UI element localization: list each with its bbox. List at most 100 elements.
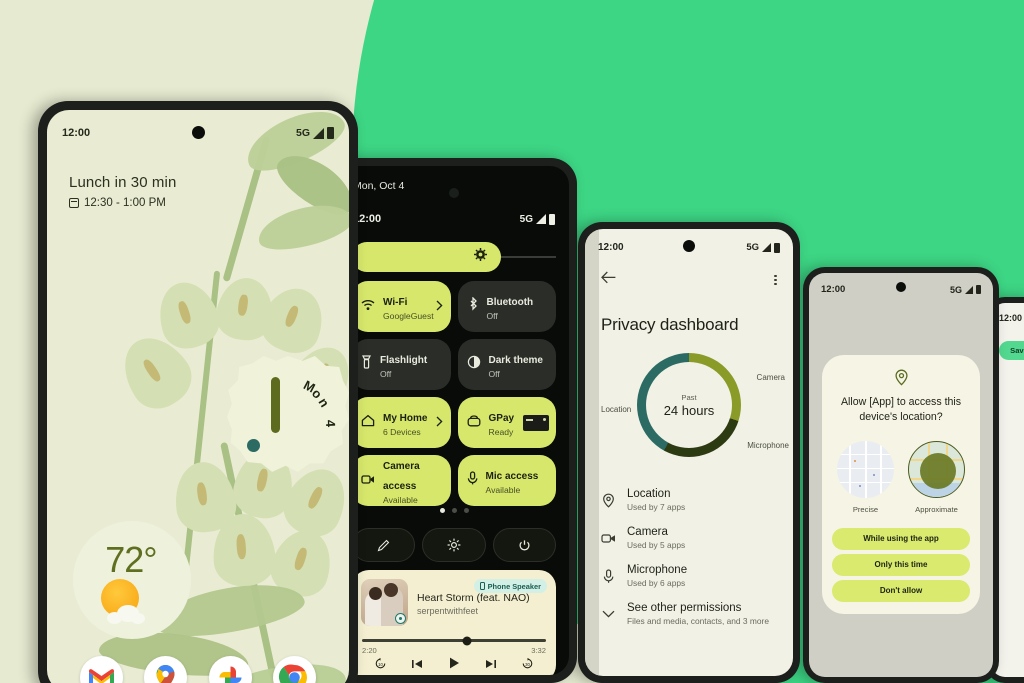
- home-icon: [361, 414, 375, 432]
- precise-map-option[interactable]: Precise: [837, 440, 894, 514]
- brightness-fill: [352, 242, 501, 272]
- status-icons: 5G: [746, 242, 780, 253]
- agenda-time-row: 12:30 - 1:00 PM: [69, 197, 176, 209]
- phone-4-status-bar: 12:00 5G: [809, 284, 993, 295]
- qs-tile-gpay[interactable]: GPay Ready: [457, 397, 556, 448]
- qs-tile-flashlight[interactable]: Flashlight Off: [352, 339, 451, 390]
- qs-tile-dark-theme[interactable]: Dark theme Off: [457, 339, 556, 390]
- next-icon[interactable]: [485, 657, 497, 675]
- permission-dialog: Allow [App] to access this device's loca…: [822, 355, 980, 614]
- dialog-buttons: While using the app Only this time Don't…: [832, 527, 970, 602]
- save-button[interactable]: Save: [999, 341, 1024, 360]
- qs-tile-title: Mic access: [485, 471, 539, 483]
- while-using-app-button[interactable]: While using the app: [832, 527, 970, 550]
- permission-title: Camera: [627, 526, 668, 538]
- permission-title: Microphone: [627, 564, 688, 576]
- network-label: 5G: [949, 284, 962, 295]
- forward-30-icon[interactable]: 30: [521, 657, 534, 675]
- brightness-icon: [473, 248, 487, 266]
- qs-tile-bluetooth[interactable]: Bluetooth Off: [457, 281, 556, 332]
- cloud-icon: [107, 605, 147, 624]
- app-icon-photos[interactable]: [208, 656, 252, 683]
- permission-row-see-other-permissions[interactable]: See other permissions Files and media, co…: [585, 595, 793, 633]
- kebab-menu-icon[interactable]: [774, 273, 777, 287]
- media-times: 2:20 3:32: [362, 646, 546, 655]
- bluetooth-icon: [467, 296, 479, 316]
- precise-label: Precise: [852, 504, 879, 514]
- play-icon[interactable]: [447, 656, 461, 675]
- precise-map-thumbnail: [837, 440, 894, 498]
- status-icons: 5G: [519, 213, 555, 225]
- permission-row-location[interactable]: Location Used by 7 apps: [585, 481, 793, 519]
- app-icon-gmail[interactable]: [79, 656, 123, 683]
- dont-allow-button[interactable]: Don't allow: [832, 579, 970, 602]
- phone-3-screen: 12:00 5G Privacy dashboard Past 24 hours…: [585, 229, 793, 676]
- qs-tile-title: Dark theme: [488, 355, 543, 367]
- qs-tile-mic-access[interactable]: Mic access Available: [457, 455, 556, 506]
- permission-list: Location Used by 7 apps Camera Used by 5 ap…: [585, 481, 793, 633]
- dialog-title: Allow [App] to access this device's loca…: [840, 396, 962, 424]
- qs-tile-title: GPay: [488, 413, 515, 425]
- camera-icon: [601, 533, 616, 544]
- qs-tile-wi-fi[interactable]: Wi-Fi GoogleGuest: [352, 281, 451, 332]
- network-label: 5G: [746, 242, 759, 253]
- clock-dot: [246, 438, 260, 452]
- app-bar: [585, 271, 793, 289]
- qs-tile-camera-access[interactable]: Camera access Available: [352, 455, 451, 506]
- power-button[interactable]: [492, 528, 556, 562]
- app-icon-maps[interactable]: [144, 656, 188, 683]
- agenda-title: Lunch in 30 min: [69, 174, 177, 191]
- edit-button[interactable]: [352, 528, 416, 562]
- qs-tile-my-home[interactable]: My Home 6 Devices: [352, 397, 451, 448]
- phone-icon: [479, 582, 485, 590]
- accuracy-options: Precise Approximate: [832, 440, 970, 514]
- replay-10-icon[interactable]: 10: [374, 657, 387, 675]
- signal-icon: [762, 243, 771, 252]
- permission-title: Location: [627, 488, 671, 500]
- permission-row-camera[interactable]: Camera Used by 5 apps: [585, 519, 793, 557]
- qs-tile-subtitle: GoogleGuest: [383, 311, 434, 322]
- seek-handle[interactable]: [462, 636, 472, 645]
- permission-subtitle: Used by 5 apps: [627, 540, 686, 550]
- app-icon-chrome[interactable]: [273, 656, 317, 683]
- qs-page-dot[interactable]: [451, 508, 457, 513]
- donut-legend-camera: Camera: [756, 373, 785, 382]
- qs-page-dot[interactable]: [463, 508, 469, 513]
- settings-button[interactable]: [422, 528, 486, 562]
- permission-subtitle: Files and media, contacts, and 3 more: [627, 616, 769, 626]
- brightness-track: [499, 256, 556, 258]
- weather-widget[interactable]: 72°: [73, 521, 191, 639]
- phone-4-screen: 12:00 5G Allow [App] to access this devi…: [809, 273, 993, 677]
- only-this-time-button[interactable]: Only this time: [832, 553, 970, 576]
- flashlight-icon: [361, 355, 372, 374]
- back-arrow-icon[interactable]: [601, 271, 616, 289]
- chevron-right-icon[interactable]: [436, 414, 443, 432]
- permission-subtitle: Used by 7 apps: [627, 502, 686, 512]
- qs-tile-title: My Home: [383, 413, 428, 425]
- permission-row-microphone[interactable]: Microphone Used by 6 apps: [585, 557, 793, 595]
- cast-icon[interactable]: [395, 613, 406, 624]
- phone-1-screen: 12:00 5G Lunch in 30 min 12:30 - 1:00 PM: [47, 110, 349, 683]
- network-label: 5G: [519, 213, 533, 225]
- previous-icon[interactable]: [411, 657, 423, 675]
- phone-1-home-screen: 12:00 5G Lunch in 30 min 12:30 - 1:00 PM: [38, 101, 358, 683]
- output-device-chip[interactable]: Phone Speaker: [473, 579, 547, 593]
- camera-icon: [361, 472, 375, 490]
- phone-2-status-bar: 12:00 5G: [339, 213, 569, 225]
- clock-widget[interactable]: Mon 4: [227, 356, 349, 478]
- signal-icon: [536, 214, 546, 224]
- qs-page-dot[interactable]: [439, 508, 445, 513]
- seek-bar[interactable]: [362, 636, 546, 645]
- dark-theme-icon: [467, 355, 481, 374]
- status-clock: 12:00: [598, 242, 624, 253]
- weather-temperature: 72°: [105, 539, 157, 580]
- album-art: [361, 579, 408, 626]
- qs-page-indicator[interactable]: [339, 508, 569, 513]
- clock-date-char: 4: [322, 420, 339, 428]
- chevron-right-icon[interactable]: [436, 298, 443, 316]
- brightness-slider[interactable]: [352, 242, 556, 272]
- approximate-map-option[interactable]: Approximate: [908, 440, 965, 514]
- donut-legend-location: Location: [601, 405, 632, 414]
- status-clock: 12:00: [999, 313, 1023, 323]
- at-a-glance-widget[interactable]: Lunch in 30 min 12:30 - 1:00 PM: [69, 174, 176, 209]
